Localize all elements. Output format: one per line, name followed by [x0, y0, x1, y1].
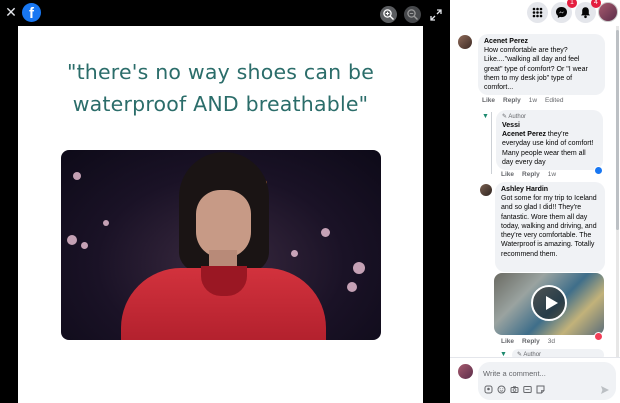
emoji-icon[interactable]	[497, 385, 506, 394]
meme-caption: "there's no way shoes can be waterproof …	[18, 56, 423, 120]
zoom-in-icon	[383, 9, 394, 20]
reply-author[interactable]: Ashley Hardin	[501, 185, 599, 194]
facebook-photo-viewer: ✕ f "there's no way shoes can be waterpr…	[0, 0, 620, 403]
gif-icon[interactable]	[523, 385, 532, 394]
reply-text: Got some for my trip to Iceland and so g…	[501, 195, 597, 258]
notifications-button[interactable]: 4	[575, 0, 601, 23]
menu-button[interactable]	[527, 2, 548, 23]
comment-actions: Like Reply 1w Edited	[482, 97, 571, 104]
comment-time[interactable]: 1w	[529, 97, 537, 104]
zoom-out-button[interactable]	[404, 6, 421, 23]
avatar-sticker-icon[interactable]	[484, 385, 493, 394]
bokeh-light	[73, 172, 81, 180]
messenger-button[interactable]: 1	[551, 0, 577, 23]
bokeh-light	[353, 262, 365, 274]
love-reaction-icon[interactable]	[594, 332, 603, 341]
profile-avatar[interactable]	[598, 2, 618, 22]
thread-line	[491, 112, 492, 174]
like-button[interactable]: Like	[482, 97, 495, 104]
comment-text: How comfortable are they? Like...."walki…	[484, 47, 588, 92]
author-badge-label: Author	[508, 114, 527, 120]
bokeh-light	[347, 282, 357, 292]
bokeh-light	[81, 242, 88, 249]
comment-composer	[450, 357, 620, 403]
reply-bubble: ✎ Author Vessi Acenet Perez they're ever…	[496, 110, 603, 170]
like-button[interactable]: Like	[501, 338, 514, 345]
zoom-out-icon	[407, 9, 418, 20]
meme-caption-line-1: "there's no way shoes can be	[66, 60, 375, 84]
collapse-chevron-icon[interactable]: ▼	[482, 113, 490, 121]
reply-actions: Like Reply 3d	[501, 338, 563, 345]
reply-button[interactable]: Reply	[522, 338, 540, 345]
edited-label: Edited	[545, 97, 564, 104]
like-reaction-icon[interactable]	[594, 166, 603, 175]
comment-author[interactable]: Acenet Perez	[484, 37, 599, 46]
reply-text: Acenet Perez they're everyday use kind o…	[502, 130, 597, 167]
reply-author[interactable]: Vessi	[502, 121, 597, 130]
bokeh-light	[103, 220, 109, 226]
comment-bubble: Acenet Perez How comfortable are they? L…	[478, 34, 605, 95]
attached-video[interactable]	[494, 273, 604, 335]
bokeh-light	[291, 250, 298, 257]
expand-icon[interactable]	[430, 9, 442, 21]
media-viewer: ✕ f "there's no way shoes can be waterpr…	[0, 0, 450, 403]
avatar[interactable]	[458, 364, 473, 379]
mention-link[interactable]: Acenet Perez	[502, 131, 546, 138]
grid-menu-icon	[532, 7, 543, 18]
top-bar: 1 4	[450, 0, 620, 26]
bokeh-light	[321, 228, 330, 237]
reply-actions: Like Reply 1w	[501, 171, 564, 178]
avatar[interactable]	[458, 35, 472, 49]
reply-button[interactable]: Reply	[522, 171, 540, 178]
camera-icon[interactable]	[510, 385, 519, 394]
sticker-icon[interactable]	[536, 385, 545, 394]
like-button[interactable]: Like	[501, 171, 514, 178]
send-icon[interactable]	[600, 385, 610, 395]
author-badge: ✎ Author	[502, 113, 597, 121]
comment-box[interactable]	[478, 362, 616, 400]
avatar[interactable]	[480, 184, 492, 196]
reply-bubble: Ashley Hardin Got some for my trip to Ic…	[495, 182, 605, 272]
scrollbar-thumb[interactable]	[616, 30, 619, 230]
performer-gif	[61, 150, 381, 340]
bokeh-light	[67, 235, 77, 245]
reply-time[interactable]: 3d	[548, 338, 555, 345]
comment-input[interactable]	[483, 367, 603, 379]
performer-face	[196, 190, 251, 258]
close-icon[interactable]: ✕	[4, 5, 18, 19]
reply-time[interactable]: 1w	[548, 171, 556, 178]
play-icon[interactable]	[531, 285, 567, 321]
facebook-logo[interactable]: f	[22, 3, 41, 22]
reply-button[interactable]: Reply	[503, 97, 521, 104]
zoom-in-button[interactable]	[380, 6, 397, 23]
meme-caption-line-2: waterproof AND breathable"	[72, 92, 369, 116]
meme-image: "there's no way shoes can be waterproof …	[18, 26, 423, 403]
